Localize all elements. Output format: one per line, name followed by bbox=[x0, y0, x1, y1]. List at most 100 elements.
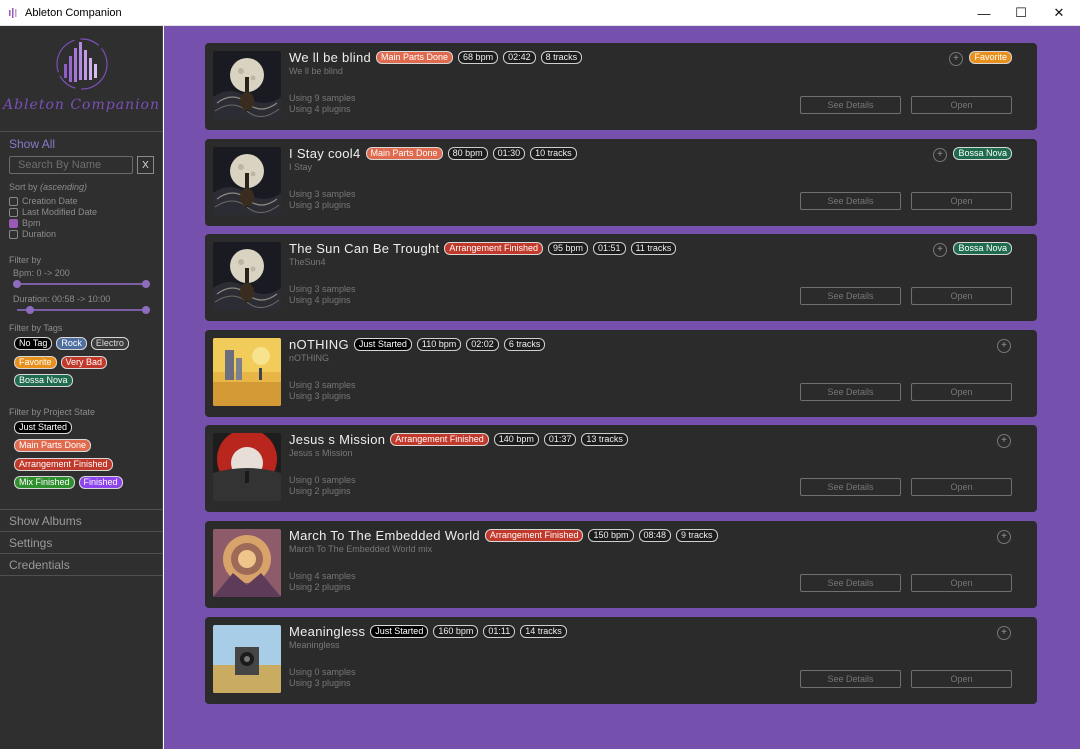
tag-filter-pill[interactable]: Favorite bbox=[14, 356, 57, 369]
state-badge: Just Started bbox=[370, 624, 429, 638]
show-all-link[interactable]: Show All bbox=[9, 137, 55, 151]
add-tag-button[interactable]: + bbox=[997, 434, 1011, 449]
project-title: March To The Embedded World bbox=[289, 528, 480, 543]
tracks-badge: 11 tracks bbox=[630, 242, 677, 256]
add-tag-button[interactable]: + bbox=[997, 530, 1011, 544]
add-tag-button[interactable]: + bbox=[997, 625, 1011, 640]
duration-badge: 01:30 bbox=[492, 146, 526, 160]
see-details-button[interactable]: See Details bbox=[800, 191, 901, 210]
duration-min-handle[interactable] bbox=[26, 306, 34, 314]
duration-badge: 02:02 bbox=[466, 337, 499, 351]
checkbox[interactable] bbox=[9, 218, 18, 228]
state-filter-pill[interactable]: Just Started bbox=[14, 421, 73, 434]
menu-credentials[interactable]: Credentials bbox=[9, 558, 70, 572]
see-details-button[interactable]: See Details bbox=[800, 96, 901, 114]
project-tag[interactable]: Favorite bbox=[969, 51, 1012, 64]
tag-row: Favorite Very Bad bbox=[14, 356, 108, 369]
bpm-badge: 68 bpm bbox=[458, 51, 499, 64]
duration-range-label: Duration: 00:58 -> 10:00 bbox=[13, 294, 111, 304]
maximize-icon: ☐ bbox=[1015, 5, 1027, 20]
search-input[interactable] bbox=[9, 156, 133, 174]
bpm-min-handle[interactable] bbox=[13, 280, 21, 288]
sort-option[interactable]: Last Modified Date bbox=[9, 207, 97, 217]
tag-filter-pill[interactable]: Very Bad bbox=[60, 356, 108, 369]
project-subtitle: nOTHING bbox=[289, 352, 330, 363]
plugins-count: Using 2 plugins bbox=[289, 582, 351, 592]
close-button[interactable]: ✕ bbox=[1040, 0, 1078, 26]
project-title: nOTHING bbox=[289, 336, 349, 352]
project-card: We ll be blind Main Parts Done 68 bpm 02:42… bbox=[205, 43, 1037, 130]
checkbox[interactable] bbox=[9, 229, 18, 239]
checkbox[interactable] bbox=[9, 196, 18, 206]
open-button[interactable]: Open bbox=[911, 669, 1012, 688]
samples-count: Using 0 samples bbox=[289, 475, 356, 486]
bpm-badge: 80 bpm bbox=[447, 146, 488, 160]
project-title: Jesus s Mission bbox=[289, 432, 386, 448]
tag-filter-pill[interactable]: Rock bbox=[56, 337, 87, 350]
see-details-button[interactable]: See Details bbox=[800, 382, 901, 401]
plugins-count: Using 4 plugins bbox=[289, 104, 351, 114]
project-card: The Sun Can Be Trought Arrangement Finish… bbox=[205, 234, 1037, 322]
duration-max-handle[interactable] bbox=[142, 306, 150, 314]
state-filter-pill[interactable]: Arrangement Finished bbox=[14, 458, 113, 471]
state-filter-pill[interactable]: Mix Finished bbox=[14, 476, 75, 489]
state-row: Arrangement Finished bbox=[14, 458, 113, 471]
open-button[interactable]: Open bbox=[911, 287, 1012, 306]
sort-option[interactable]: Bpm bbox=[9, 218, 41, 228]
open-button[interactable]: Open bbox=[911, 96, 1012, 114]
menu-settings[interactable]: Settings bbox=[9, 536, 52, 550]
add-tag-button[interactable]: + bbox=[933, 243, 947, 258]
sort-by-text: Sort by bbox=[9, 182, 38, 192]
bpm-max-handle[interactable] bbox=[142, 280, 150, 288]
add-tag-button[interactable]: + bbox=[949, 52, 963, 66]
tag-filter-pill[interactable]: Bossa Nova bbox=[14, 374, 73, 387]
title-bar: Ableton Companion — ☐ ✕ bbox=[0, 0, 1080, 26]
project-title: Meaningless bbox=[289, 623, 366, 639]
samples-count: Using 0 samples bbox=[289, 666, 356, 677]
see-details-button[interactable]: See Details bbox=[800, 287, 901, 306]
see-details-button[interactable]: See Details bbox=[800, 669, 901, 688]
project-subtitle: March To The Embedded World mix bbox=[289, 544, 433, 554]
project-artwork bbox=[213, 433, 281, 502]
project-subtitle: TheSun4 bbox=[289, 257, 326, 268]
divider bbox=[0, 553, 163, 554]
sidebar: Ableton Companion Show All X Sort by (as… bbox=[0, 26, 163, 749]
project-tag[interactable]: Bossa Nova bbox=[953, 242, 1012, 256]
app-icon bbox=[9, 8, 17, 18]
tag-filter-pill[interactable]: No Tag bbox=[14, 337, 53, 350]
tag-filter-pill[interactable]: Electro bbox=[90, 337, 129, 350]
project-title: The Sun Can Be Trought bbox=[289, 241, 440, 257]
clear-search-button[interactable]: X bbox=[137, 156, 154, 174]
project-tag[interactable]: Bossa Nova bbox=[953, 146, 1012, 160]
open-button[interactable]: Open bbox=[911, 191, 1012, 210]
open-button[interactable]: Open bbox=[911, 478, 1012, 497]
minimize-button[interactable]: — bbox=[965, 0, 1003, 26]
bpm-slider[interactable] bbox=[13, 280, 150, 288]
project-header: March To The Embedded World Arrangement F… bbox=[289, 528, 718, 543]
duration-slider[interactable] bbox=[17, 306, 150, 314]
see-details-button[interactable]: See Details bbox=[800, 574, 901, 592]
project-usage: Using 3 samples Using 4 plugins bbox=[289, 284, 356, 306]
sort-option[interactable]: Creation Date bbox=[9, 196, 78, 206]
bpm-badge: 95 bpm bbox=[547, 242, 588, 256]
state-filter-pill[interactable]: Finished bbox=[78, 476, 123, 489]
open-button[interactable]: Open bbox=[911, 574, 1012, 592]
checkbox[interactable] bbox=[9, 207, 18, 217]
project-usage: Using 3 samples Using 3 plugins bbox=[289, 380, 356, 402]
tracks-badge: 8 tracks bbox=[540, 51, 583, 64]
add-tag-button[interactable]: + bbox=[933, 147, 947, 162]
state-filter-pill[interactable]: Main Parts Done bbox=[14, 439, 92, 452]
project-usage: Using 3 samples Using 3 plugins bbox=[289, 189, 356, 211]
bpm-badge: 150 bpm bbox=[588, 529, 634, 542]
plugins-count: Using 3 plugins bbox=[289, 199, 351, 210]
see-details-button[interactable]: See Details bbox=[800, 478, 901, 497]
tracks-badge: 13 tracks bbox=[581, 433, 628, 447]
logo-icon bbox=[56, 38, 108, 90]
add-tag-button[interactable]: + bbox=[997, 338, 1011, 353]
state-badge: Main Parts Done bbox=[365, 146, 443, 160]
project-header: Meaningless Just Started 160 bpm 01:11 14 tr… bbox=[289, 624, 567, 639]
open-button[interactable]: Open bbox=[911, 382, 1012, 401]
menu-show-albums[interactable]: Show Albums bbox=[9, 514, 82, 528]
sort-option[interactable]: Duration bbox=[9, 229, 56, 239]
maximize-button[interactable]: ☐ bbox=[1002, 0, 1040, 26]
